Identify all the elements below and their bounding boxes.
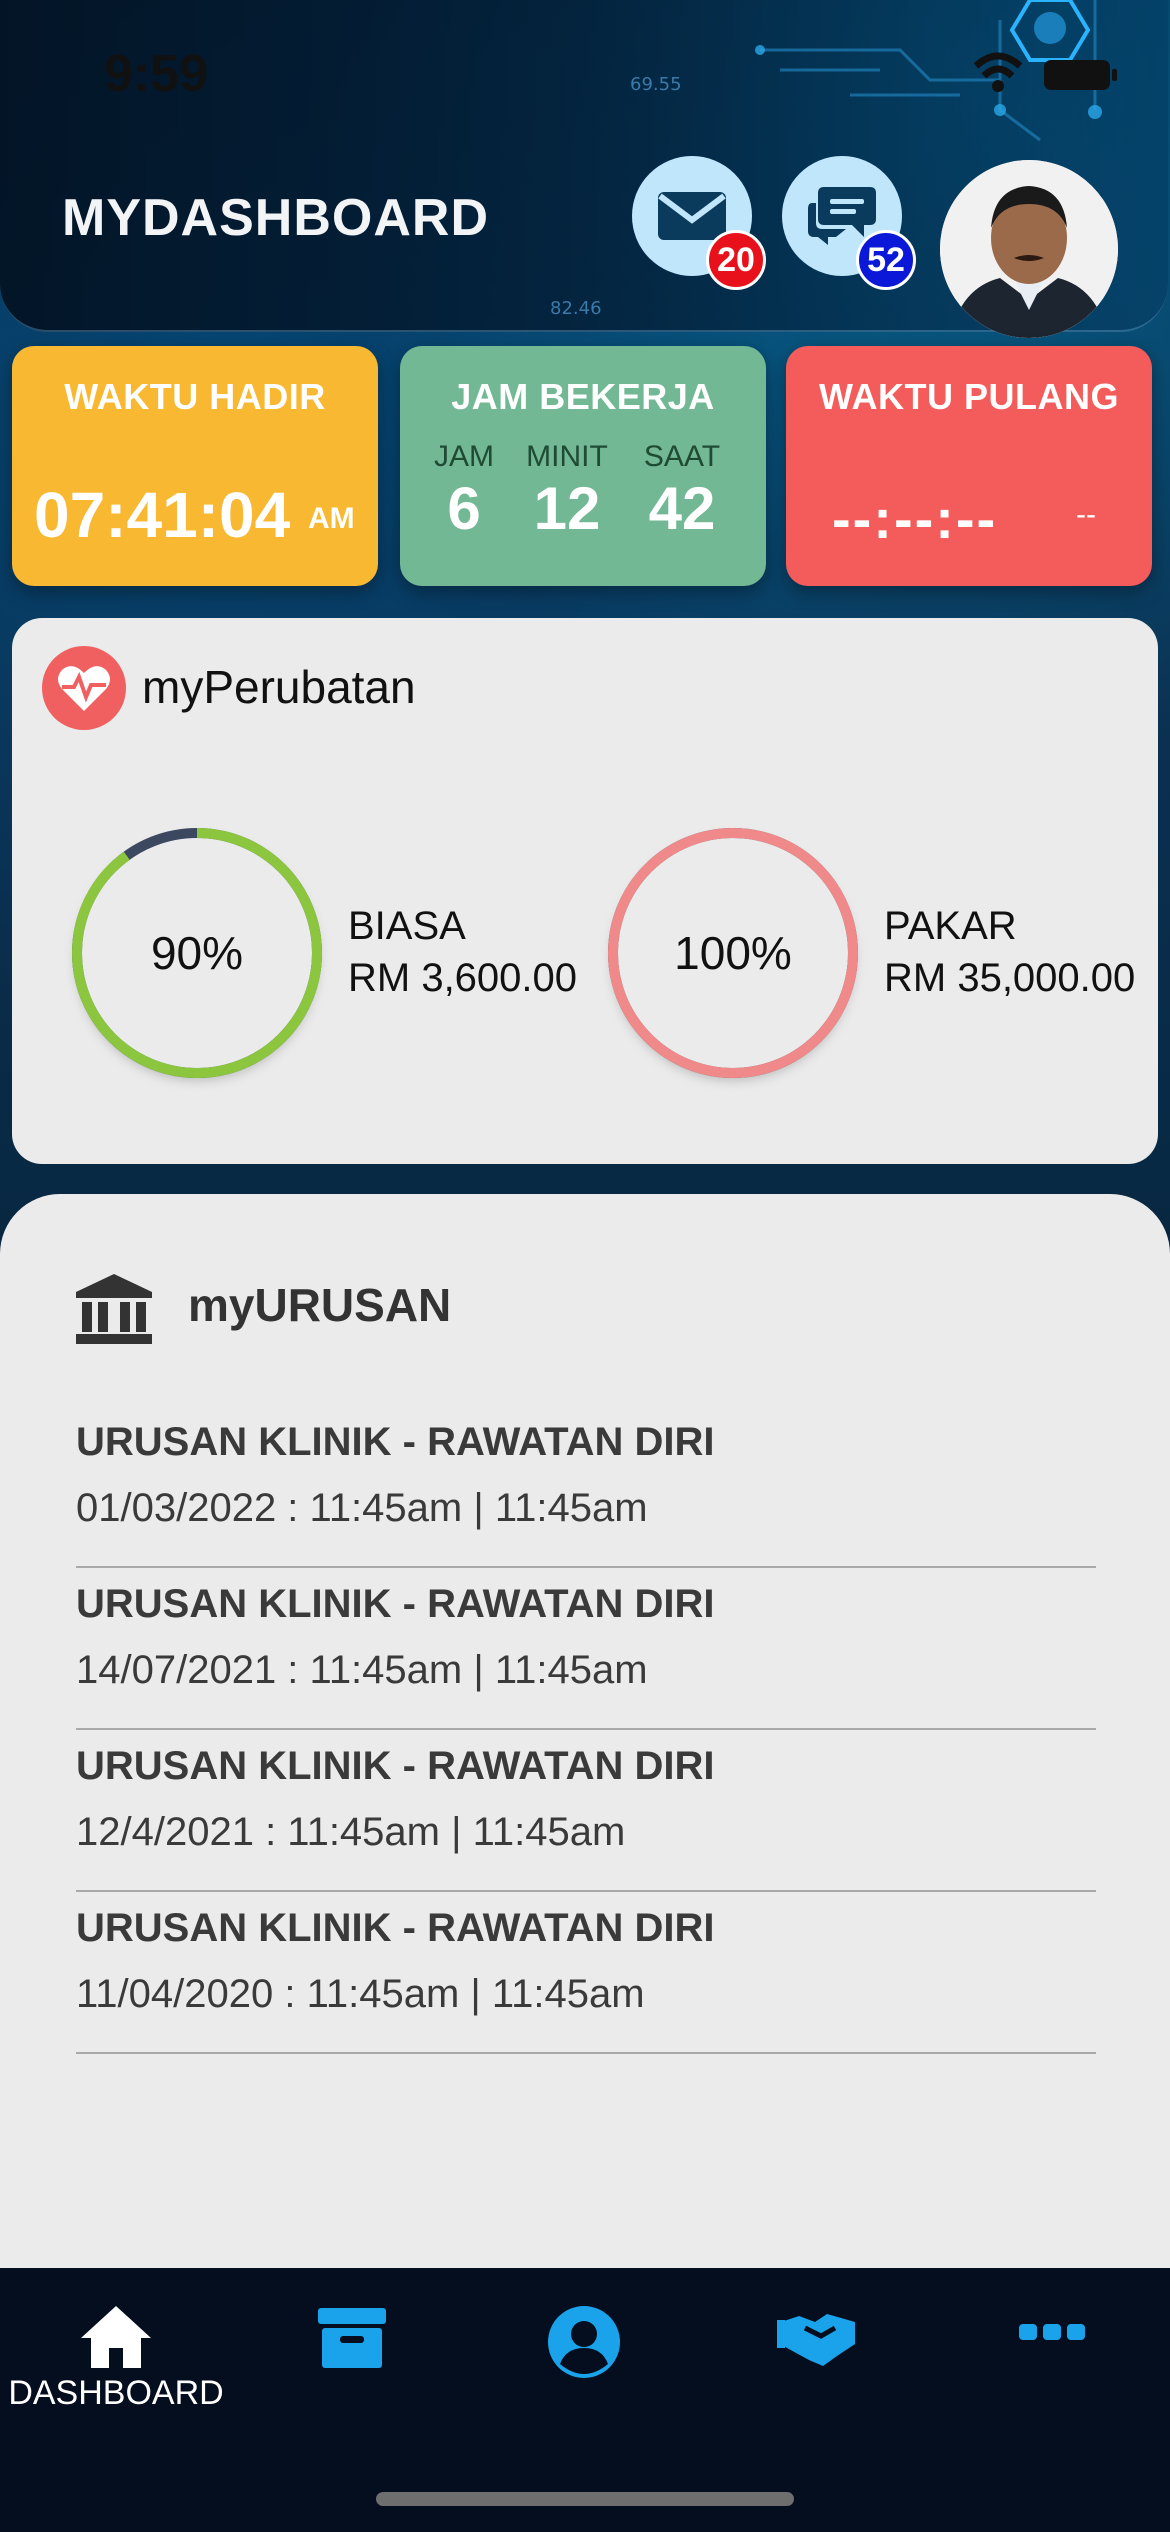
- list-item[interactable]: URUSAN KLINIK - RAWATAN DIRI 12/4/2021 :…: [76, 1728, 1096, 1892]
- gauge-pakar-percent: 100%: [674, 927, 792, 979]
- status-time: 9:59: [104, 45, 209, 103]
- label-minit: MINIT: [526, 440, 608, 473]
- urusan-item-detail: 14/07/2021 : 11:45am | 11:45am: [76, 1648, 648, 1692]
- urusan-item-detail: 01/03/2022 : 11:45am | 11:45am: [76, 1486, 648, 1530]
- bg-number-2: 82.46: [550, 298, 602, 319]
- battery-icon: [1044, 60, 1117, 90]
- urusan-item-title: URUSAN KLINIK - RAWATAN DIRI: [76, 1744, 715, 1788]
- list-item[interactable]: URUSAN KLINIK - RAWATAN DIRI 01/03/2022 …: [76, 1404, 1096, 1568]
- status-icons: [970, 52, 1130, 101]
- value-minit: 12: [533, 475, 601, 542]
- heart-pulse-icon: [42, 646, 126, 730]
- app-title: MYDASHBOARD: [62, 189, 489, 247]
- waktu-hadir-title: WAKTU HADIR: [64, 376, 326, 417]
- urusan-item-title: URUSAN KLINIK - RAWATAN DIRI: [76, 1582, 715, 1626]
- tab-archive[interactable]: [262, 2304, 442, 2454]
- card-jam-bekerja: JAM BEKERJA JAM MINIT SAAT 6 12 42: [400, 346, 766, 586]
- waktu-pulang-ampm: --: [1076, 498, 1096, 531]
- waktu-hadir-time: 07:41:04: [34, 479, 291, 551]
- urusan-item-title: URUSAN KLINIK - RAWATAN DIRI: [76, 1420, 715, 1464]
- archive-icon: [318, 2308, 386, 2368]
- label-jam: JAM: [434, 440, 494, 473]
- handshake-icon: [777, 2314, 855, 2366]
- wifi-icon: [973, 52, 1023, 92]
- tab-profile[interactable]: [494, 2304, 674, 2454]
- urusan-item-detail: 12/4/2021 : 11:45am | 11:45am: [76, 1810, 626, 1854]
- home-indicator: [376, 2492, 794, 2506]
- perubatan-title: myPerubatan: [142, 661, 416, 713]
- tab-more[interactable]: [962, 2304, 1142, 2454]
- mail-button[interactable]: 20: [632, 156, 766, 290]
- tab-dashboard[interactable]: DASHBOARD: [8, 2304, 224, 2454]
- tab-dashboard-label: DASHBOARD: [8, 2374, 224, 2412]
- urusan-title: myURUSAN: [188, 1279, 452, 1331]
- gauge-biasa-percent: 90%: [150, 927, 244, 979]
- value-jam: 6: [447, 475, 481, 542]
- urusan-panel: myURUSAN URUSAN KLINIK - RAWATAN DIRI 01…: [0, 1194, 1170, 2274]
- avatar[interactable]: [940, 160, 1118, 338]
- biasa-amount: RM 3,600.00: [348, 956, 578, 1000]
- waktu-pulang-time: --:--:--: [832, 487, 998, 550]
- pakar-amount: RM 35,000.00: [884, 956, 1136, 1000]
- mail-badge: 20: [706, 230, 766, 290]
- biasa-label: BIASA RM 3,600.00: [348, 900, 577, 1004]
- card-waktu-hadir: WAKTU HADIR 07:41:04 AM: [12, 346, 378, 586]
- list-item[interactable]: URUSAN KLINIK - RAWATAN DIRI 11/04/2020 …: [76, 1890, 1096, 2054]
- jam-bekerja-title: JAM BEKERJA: [451, 376, 715, 417]
- tab-handshake[interactable]: [728, 2304, 908, 2454]
- perubatan-card[interactable]: myPerubatan 90% BIASA RM 3,600.00 100% P…: [12, 618, 1158, 1164]
- biasa-type: BIASA: [348, 904, 466, 948]
- card-waktu-pulang: WAKTU PULANG --:--:-- --: [786, 346, 1152, 586]
- home-icon: [81, 2306, 151, 2368]
- waktu-hadir-ampm: AM: [308, 502, 355, 535]
- urusan-item-detail: 11/04/2020 : 11:45am | 11:45am: [76, 1972, 645, 2016]
- bg-number-1: 69.55: [630, 74, 682, 95]
- pakar-type: PAKAR: [884, 904, 1017, 948]
- chat-button[interactable]: 52: [782, 156, 916, 290]
- waktu-pulang-title: WAKTU PULANG: [819, 376, 1119, 417]
- bank-icon: [76, 1274, 152, 1344]
- chat-badge: 52: [856, 230, 916, 290]
- more-icon: [1019, 2324, 1085, 2340]
- mail-icon: [658, 192, 726, 240]
- value-saat: 42: [648, 475, 716, 542]
- label-saat: SAAT: [643, 440, 721, 473]
- urusan-item-title: URUSAN KLINIK - RAWATAN DIRI: [76, 1906, 715, 1950]
- user-icon: [548, 2306, 620, 2378]
- list-item[interactable]: URUSAN KLINIK - RAWATAN DIRI 14/07/2021 …: [76, 1566, 1096, 1730]
- pakar-label: PAKAR RM 35,000.00: [884, 900, 1135, 1004]
